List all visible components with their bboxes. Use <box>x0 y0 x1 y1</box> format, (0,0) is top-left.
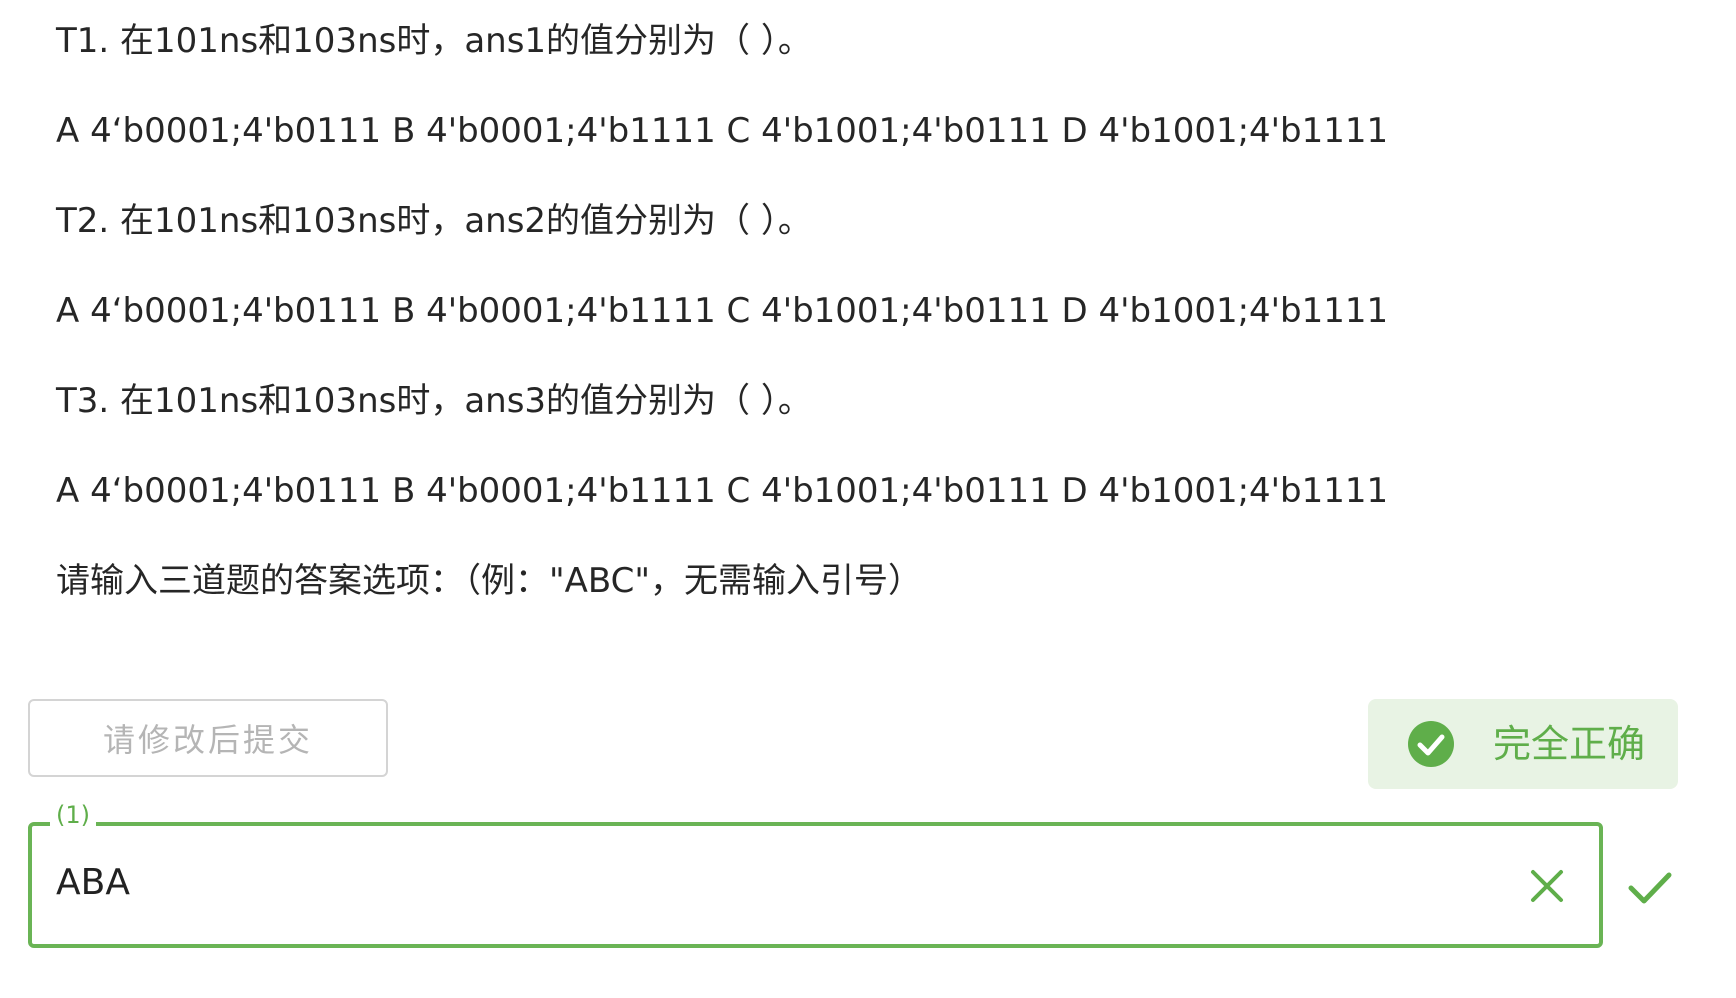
result-label: 完全正确 <box>1493 722 1646 766</box>
check-icon <box>1626 868 1674 908</box>
answer-field-label: (1) <box>50 800 96 830</box>
submit-button[interactable]: 请修改后提交 <box>28 699 388 777</box>
result-badge: 完全正确 <box>1368 699 1678 789</box>
question-1-prompt: T1. 在101ns和103ns时，ans1的值分别为（ ）。 <box>56 21 812 61</box>
question-1-options: A 4‘b0001;4'b0111 B 4'b0001;4'b1111 C 4'… <box>56 111 1389 151</box>
question-3-prompt: T3. 在101ns和103ns时，ans3的值分别为（ ）。 <box>56 381 812 421</box>
answer-field[interactable]: (1) <box>28 800 1603 948</box>
submit-button-label: 请修改后提交 <box>102 721 313 759</box>
question-2-prompt: T2. 在101ns和103ns时，ans2的值分别为（ ）。 <box>56 201 812 241</box>
question-3-options: A 4‘b0001;4'b0111 B 4'b0001;4'b1111 C 4'… <box>56 471 1389 511</box>
question-2-options: A 4‘b0001;4'b0111 B 4'b0001;4'b1111 C 4'… <box>56 291 1389 331</box>
answer-instruction: 请输入三道题的答案选项：（例："ABC"，无需输入引号） <box>56 561 923 601</box>
close-icon[interactable] <box>1527 866 1567 906</box>
answer-input[interactable] <box>56 860 1456 906</box>
check-circle-icon <box>1408 721 1454 767</box>
